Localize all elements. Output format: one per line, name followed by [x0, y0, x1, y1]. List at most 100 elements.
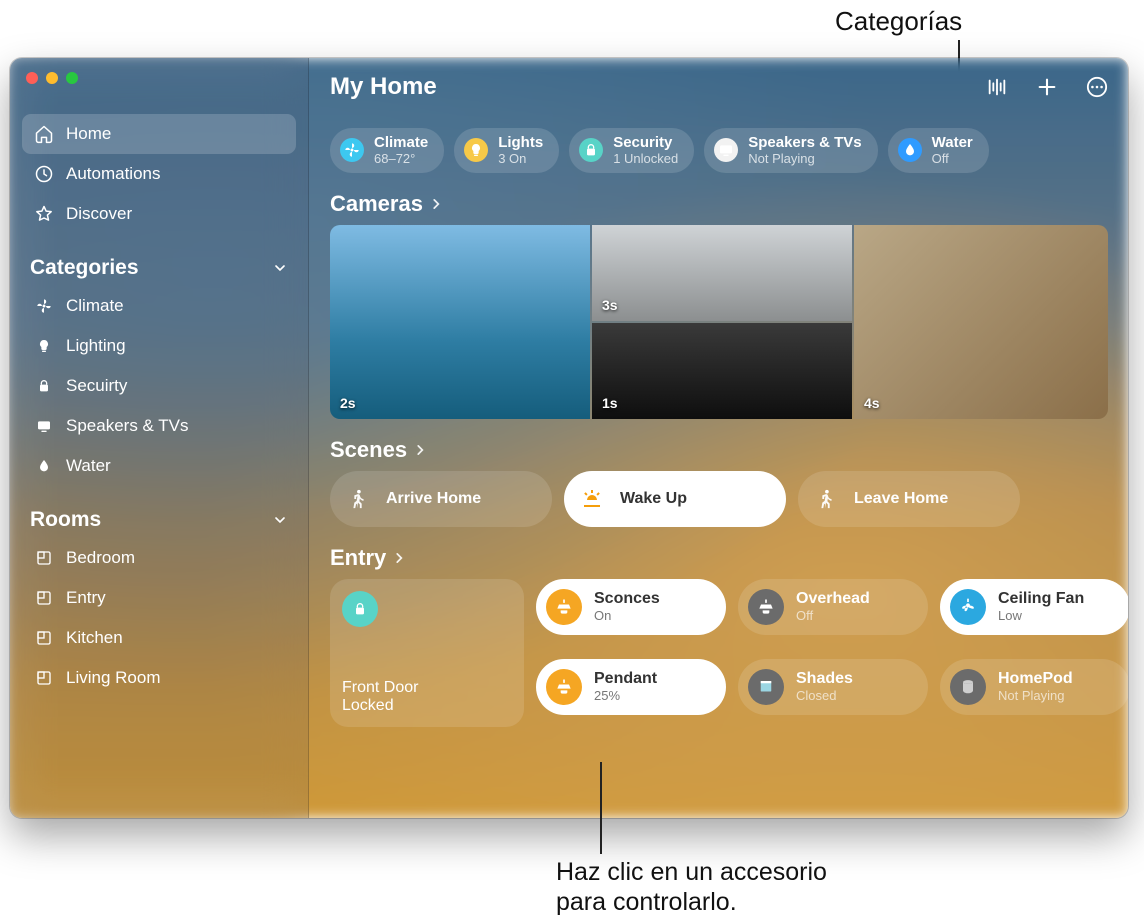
accessory-state: Low — [998, 608, 1084, 623]
annotation-top: Categorías — [835, 6, 962, 37]
accessory-state: 25% — [594, 688, 657, 703]
sidebar-item-speakers-tvs[interactable]: Speakers & TVs — [22, 406, 296, 446]
lock-icon — [579, 138, 603, 162]
camera-tile[interactable]: 3s — [592, 225, 852, 321]
intercom-icon[interactable] — [986, 76, 1008, 98]
sidebar-item-bedroom[interactable]: Bedroom — [22, 538, 296, 578]
accessory-homepod[interactable]: HomePodNot Playing — [940, 659, 1128, 715]
category-pill-security[interactable]: Security1 Unlocked — [569, 128, 694, 173]
chevron-down-icon — [272, 512, 288, 528]
sidebar-item-entry[interactable]: Entry — [22, 578, 296, 618]
sidebar-item-label: Entry — [66, 588, 106, 608]
add-button[interactable] — [1036, 76, 1058, 98]
camera-tile[interactable]: 2s — [330, 225, 590, 419]
scenes-section: Scenes Arrive Home Wake Up Leave Home — [308, 419, 1128, 527]
fan-icon — [340, 138, 364, 162]
scenes-row: Arrive Home Wake Up Leave Home — [330, 471, 1108, 527]
scenes-header[interactable]: Scenes — [330, 437, 1108, 463]
accessory-state: On — [594, 608, 660, 623]
person-walk-icon — [344, 485, 372, 513]
accessory-state: Closed — [796, 688, 853, 703]
sidebar-item-label: Secuirty — [66, 376, 127, 396]
sidebar-primary-nav: Home Automations Discover — [10, 84, 308, 234]
accessory-pendant[interactable]: Pendant25% — [536, 659, 726, 715]
more-button[interactable] — [1086, 76, 1108, 98]
sidebar-item-secuirty[interactable]: Secuirty — [22, 366, 296, 406]
close-window-button[interactable] — [26, 72, 38, 84]
chevron-down-icon — [272, 260, 288, 276]
camera-tile[interactable]: 1s — [592, 323, 852, 419]
sidebar-item-lighting[interactable]: Lighting — [22, 326, 296, 366]
scene-label: Wake Up — [620, 490, 687, 508]
accessory-front-door[interactable]: Front DoorLocked — [330, 579, 524, 727]
ceiling-light-icon — [748, 589, 784, 625]
scene-arrive-home[interactable]: Arrive Home — [330, 471, 552, 527]
sidebar-section-header[interactable]: Rooms — [10, 486, 308, 536]
room-icon — [34, 588, 54, 608]
camera-tile[interactable]: 4s — [854, 225, 1108, 419]
sidebar-item-label: Water — [66, 456, 111, 476]
accessory-ceiling-fan[interactable]: Ceiling FanLow — [940, 579, 1128, 635]
sidebar-item-automations[interactable]: Automations — [22, 154, 296, 194]
accessory-state: Locked — [342, 697, 512, 715]
pill-label: Speakers & TVs — [748, 135, 861, 151]
accessory-sconces[interactable]: SconcesOn — [536, 579, 726, 635]
tv-icon — [714, 138, 738, 162]
accessory-name: Shades — [796, 671, 853, 688]
accessory-shades[interactable]: ShadesClosed — [738, 659, 928, 715]
scenes-title: Scenes — [330, 437, 407, 463]
ceiling-fan-icon — [950, 589, 986, 625]
sidebar-item-label: Discover — [66, 204, 132, 224]
homepod-icon — [950, 669, 986, 705]
camera-timestamp: 3s — [602, 297, 618, 313]
pill-status: 3 On — [498, 151, 543, 166]
zoom-window-button[interactable] — [66, 72, 78, 84]
sidebar-item-water[interactable]: Water — [22, 446, 296, 486]
ceiling-light-icon — [546, 589, 582, 625]
category-pill-lights[interactable]: Lights3 On — [454, 128, 559, 173]
tv-icon — [34, 416, 54, 436]
sidebar-item-home[interactable]: Home — [22, 114, 296, 154]
camera-timestamp: 4s — [864, 395, 880, 411]
chevron-right-icon — [429, 197, 443, 211]
lock-icon — [34, 376, 54, 396]
person-walk-icon — [812, 485, 840, 513]
camera-timestamp: 2s — [340, 395, 356, 411]
accessory-overhead[interactable]: OverheadOff — [738, 579, 928, 635]
sidebar-item-label: Automations — [66, 164, 161, 184]
minimize-window-button[interactable] — [46, 72, 58, 84]
entry-section: Entry Front DoorLockedSconcesOnOverheadO… — [308, 527, 1128, 727]
sidebar-item-climate[interactable]: Climate — [22, 286, 296, 326]
main-content: My Home Climate68–72°Lights3 OnSecurity1… — [308, 58, 1128, 818]
app-window: Home Automations Discover Categories Climat… — [10, 58, 1128, 818]
accessory-name: Sconces — [594, 591, 660, 608]
main-header: My Home — [308, 58, 1128, 116]
accessory-name: Ceiling Fan — [998, 591, 1084, 608]
annotation-bottom: Haz clic en un accesorio para controlarl… — [556, 858, 827, 917]
sidebar-item-living-room[interactable]: Living Room — [22, 658, 296, 698]
pill-status: Not Playing — [748, 151, 861, 166]
scene-leave-home[interactable]: Leave Home — [798, 471, 1020, 527]
chevron-right-icon — [392, 551, 406, 565]
sidebar-item-label: Lighting — [66, 336, 126, 356]
sidebar-section-title: Rooms — [30, 508, 101, 532]
category-pill-water[interactable]: WaterOff — [888, 128, 989, 173]
cameras-section: Cameras 2s 3s 4s 1s — [308, 173, 1128, 419]
room-icon — [34, 548, 54, 568]
sidebar-item-discover[interactable]: Discover — [22, 194, 296, 234]
sidebar-section-header[interactable]: Categories — [10, 234, 308, 284]
entry-header[interactable]: Entry — [330, 545, 1108, 571]
sidebar-section-title: Categories — [30, 256, 139, 280]
bulb-icon — [464, 138, 488, 162]
category-pill-speakers-tvs[interactable]: Speakers & TVsNot Playing — [704, 128, 877, 173]
cameras-header[interactable]: Cameras — [330, 191, 1108, 217]
camera-timestamp: 1s — [602, 395, 618, 411]
scene-wake-up[interactable]: Wake Up — [564, 471, 786, 527]
home-icon — [34, 124, 54, 144]
entry-grid: Front DoorLockedSconcesOnOverheadOffCeil… — [330, 579, 1108, 727]
pill-label: Water — [932, 135, 973, 151]
scene-label: Leave Home — [854, 490, 948, 508]
sidebar-item-kitchen[interactable]: Kitchen — [22, 618, 296, 658]
pill-status: Off — [932, 151, 973, 166]
category-pill-climate[interactable]: Climate68–72° — [330, 128, 444, 173]
